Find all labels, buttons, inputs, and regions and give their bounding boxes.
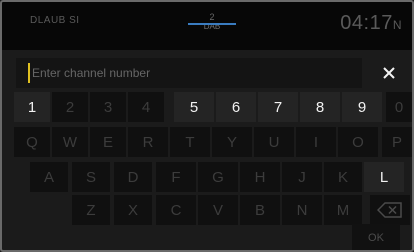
key-5[interactable]: 5 bbox=[174, 92, 214, 122]
key-8[interactable]: 8 bbox=[300, 92, 340, 122]
key-0[interactable]: 0 bbox=[386, 92, 412, 122]
key-d[interactable]: D bbox=[114, 162, 152, 192]
clock-time: 04:17 bbox=[340, 12, 393, 34]
key-2[interactable]: 2 bbox=[52, 92, 88, 122]
channel-entry-screen: DLAUB SI 2 DAB 04:17N Enter channel numb… bbox=[0, 0, 414, 252]
key-f[interactable]: F bbox=[156, 162, 196, 192]
key-c[interactable]: C bbox=[156, 195, 196, 225]
ok-button[interactable]: OK bbox=[352, 224, 400, 252]
key-m[interactable]: M bbox=[324, 195, 362, 225]
key-u[interactable]: U bbox=[254, 127, 294, 157]
key-w[interactable]: W bbox=[52, 127, 88, 157]
key-1[interactable]: 1 bbox=[14, 92, 50, 122]
status-bar: DLAUB SI 2 DAB 04:17N bbox=[2, 2, 412, 50]
key-q[interactable]: Q bbox=[14, 127, 50, 157]
station-name: DLAUB SI bbox=[30, 15, 80, 26]
key-l[interactable]: L bbox=[364, 162, 404, 192]
key-i[interactable]: I bbox=[296, 127, 336, 157]
key-g[interactable]: G bbox=[198, 162, 238, 192]
key-o[interactable]: O bbox=[338, 127, 378, 157]
key-9[interactable]: 9 bbox=[342, 92, 382, 122]
signal-strength-bar bbox=[188, 23, 236, 25]
key-v[interactable]: V bbox=[198, 195, 238, 225]
key-7[interactable]: 7 bbox=[258, 92, 298, 122]
key-r[interactable]: R bbox=[128, 127, 168, 157]
close-icon bbox=[383, 67, 395, 79]
backspace-icon bbox=[377, 202, 402, 218]
key-h[interactable]: H bbox=[240, 162, 280, 192]
key-s[interactable]: S bbox=[72, 162, 110, 192]
clock: 04:17N bbox=[340, 12, 402, 35]
key-a[interactable]: A bbox=[30, 162, 68, 192]
clock-suffix: N bbox=[392, 18, 402, 32]
key-k[interactable]: K bbox=[324, 162, 362, 192]
key-b[interactable]: B bbox=[240, 195, 280, 225]
close-button[interactable] bbox=[370, 58, 408, 88]
channel-number-placeholder: Enter channel number bbox=[32, 66, 151, 80]
key-x[interactable]: X bbox=[114, 195, 152, 225]
key-y[interactable]: Y bbox=[212, 127, 252, 157]
source-number: 2 bbox=[209, 12, 215, 22]
source-indicator: 2 DAB bbox=[172, 12, 252, 32]
backspace-key[interactable] bbox=[370, 195, 410, 225]
key-p[interactable]: P bbox=[382, 127, 412, 157]
key-z[interactable]: Z bbox=[72, 195, 110, 225]
key-e[interactable]: E bbox=[90, 127, 126, 157]
text-cursor bbox=[28, 63, 30, 83]
key-j[interactable]: J bbox=[282, 162, 322, 192]
key-6[interactable]: 6 bbox=[216, 92, 256, 122]
key-3[interactable]: 3 bbox=[90, 92, 126, 122]
key-t[interactable]: T bbox=[170, 127, 210, 157]
key-n[interactable]: N bbox=[282, 195, 322, 225]
key-4[interactable]: 4 bbox=[128, 92, 164, 122]
